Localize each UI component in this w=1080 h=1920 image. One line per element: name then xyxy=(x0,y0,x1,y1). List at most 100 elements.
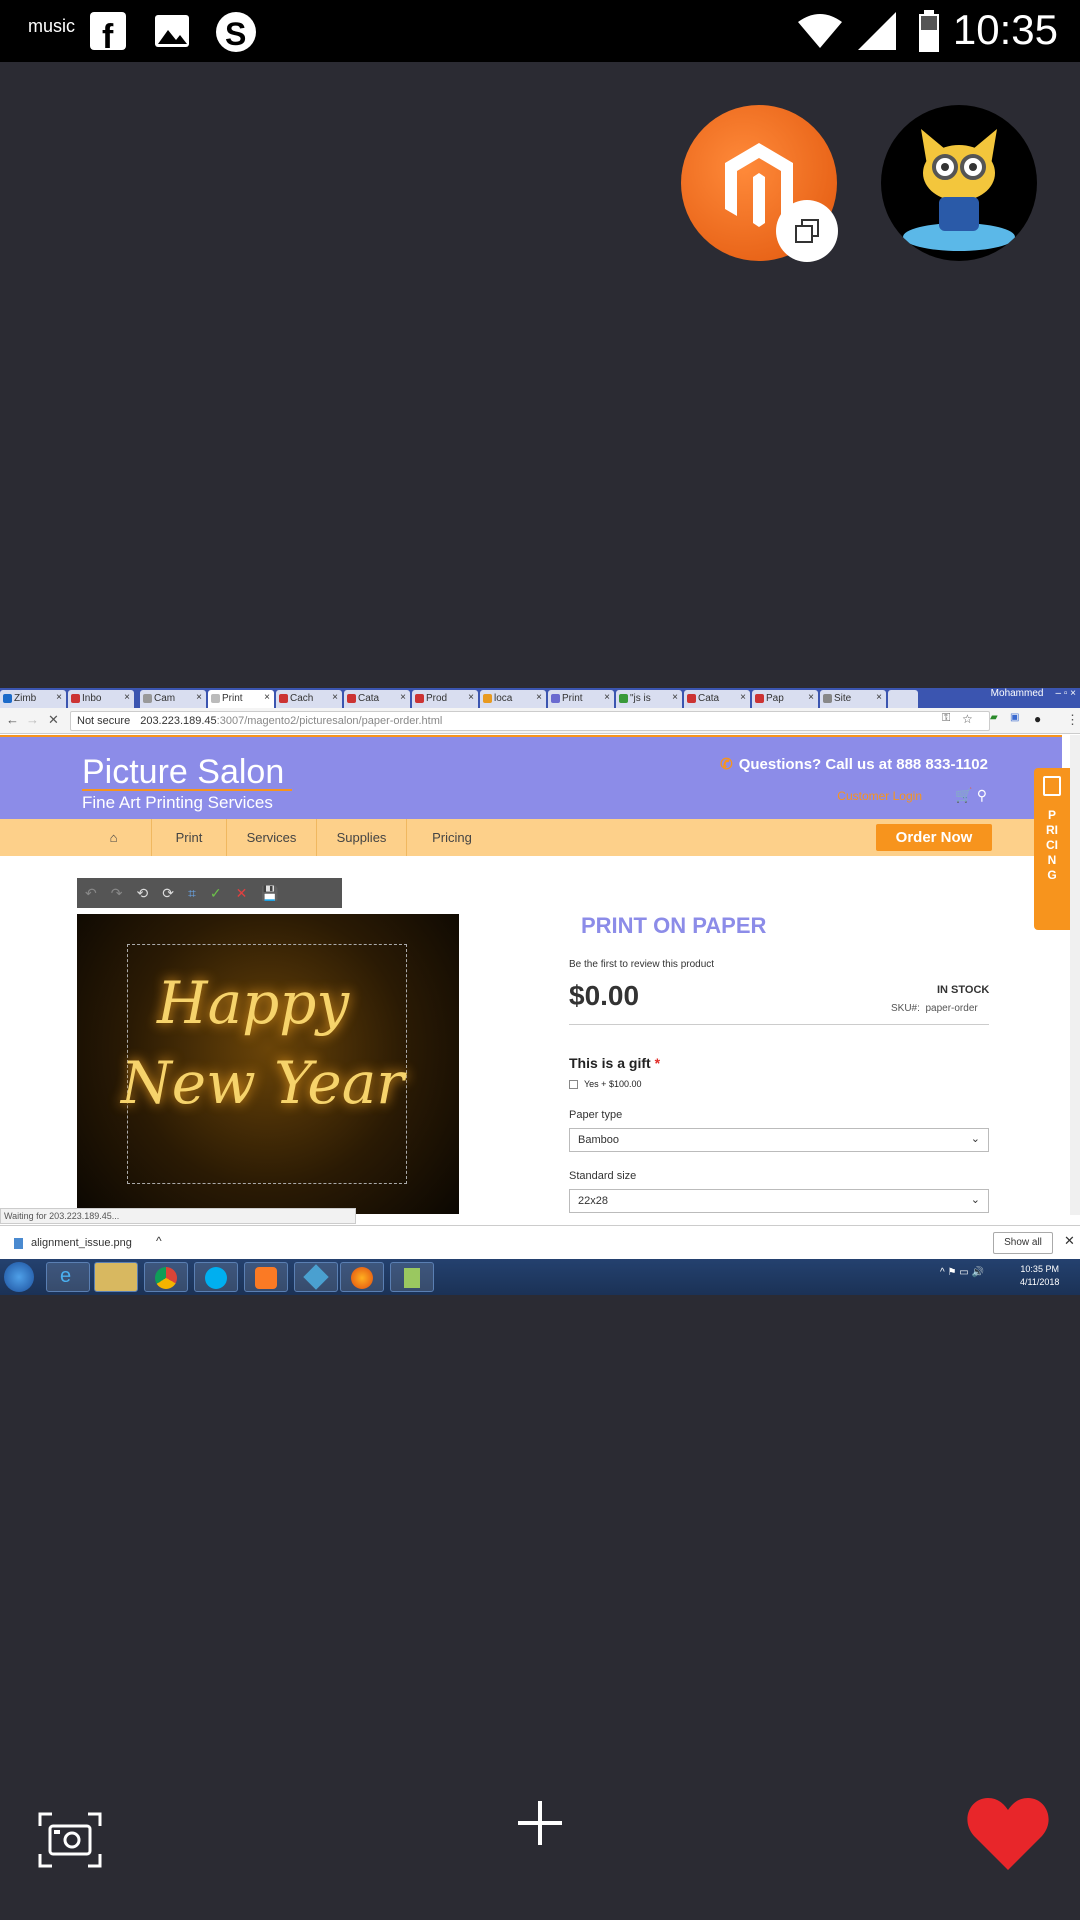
site-logo-title[interactable]: Picture Salon xyxy=(82,753,284,792)
browser-tab[interactable]: Zimb × xyxy=(0,690,66,708)
notepad-icon[interactable] xyxy=(390,1262,434,1292)
divider xyxy=(569,1024,989,1025)
desktop-screenshot: Zimb × Inbo × Cam × Print × Cach × Cata × Prod… xyxy=(0,688,1080,1295)
octocat-chathead[interactable] xyxy=(881,105,1037,261)
product-image[interactable]: Happy New Year xyxy=(77,914,459,1214)
extension-icon[interactable]: ▣ xyxy=(1010,712,1019,723)
signal-icon xyxy=(858,12,896,55)
heart-icon[interactable] xyxy=(966,1794,1050,1874)
add-icon[interactable] xyxy=(514,1797,566,1849)
gift-option-label: This is a gift * xyxy=(569,1055,661,1071)
product-price: $0.00 xyxy=(569,980,640,1011)
app-icon[interactable] xyxy=(294,1262,338,1292)
close-icon[interactable]: ✕ xyxy=(1064,1233,1075,1249)
phone-contact: ✆ Questions? Call us at 888 833-1102 xyxy=(720,756,988,773)
search-icon[interactable]: ⚲ xyxy=(977,787,987,803)
back-icon[interactable]: ← xyxy=(6,712,19,727)
stop-loading-icon[interactable]: ✕ xyxy=(48,712,59,728)
browser-tab[interactable]: Prod × xyxy=(412,690,478,708)
browser-tab[interactable]: "js is × xyxy=(616,690,682,708)
image-editor-toolbar: ↶ ↷ ⟲ ⟳ ⌗ ✓ ✕ 💾 xyxy=(77,878,342,908)
xampp-icon[interactable] xyxy=(244,1262,288,1292)
minimize-icon[interactable]: – xyxy=(1055,688,1063,699)
pricing-side-tab[interactable]: PRICING xyxy=(1034,768,1070,930)
customer-login-link[interactable]: Customer Login xyxy=(837,789,922,803)
key-icon[interactable]: ⚿ xyxy=(942,712,950,725)
screenshot-icon[interactable] xyxy=(38,1812,102,1868)
browser-status-text: Waiting for 203.223.189.45... xyxy=(0,1208,356,1224)
cart-icon[interactable]: 🛒 xyxy=(955,787,972,803)
page-scrollbar[interactable] xyxy=(1070,735,1080,1215)
nav-pricing[interactable]: Pricing xyxy=(407,819,497,856)
browser-tab[interactable]: Cach × xyxy=(276,690,342,708)
octocat-avatar-icon xyxy=(903,129,1015,251)
taskbar-clock[interactable]: 10:35 PM 4/11/2018 xyxy=(1020,1263,1059,1289)
close-window-icon[interactable]: × xyxy=(1070,688,1076,699)
standard-size-label: Standard size xyxy=(569,1170,637,1182)
site-header: Picture Salon Fine Art Printing Services… xyxy=(0,735,1062,819)
facebook-icon: f xyxy=(90,12,126,56)
forward-icon[interactable]: → xyxy=(26,712,39,727)
download-item[interactable]: alignment_issue.png xyxy=(14,1237,132,1249)
browser-tab[interactable]: Site × xyxy=(820,690,886,708)
stock-status: IN STOCK xyxy=(937,984,990,996)
windows-taskbar: e ^ ⚑ ▭ 🔊 10:35 PM 4/11/2018 xyxy=(0,1259,1080,1295)
check-icon[interactable]: ✓ xyxy=(210,885,222,902)
browser-tab-active[interactable]: Print × xyxy=(208,690,274,708)
undo-icon[interactable]: ↶ xyxy=(85,885,97,902)
battery-icon xyxy=(918,10,940,57)
browser-tab[interactable]: Pap × xyxy=(752,690,818,708)
rotate-right-icon[interactable]: ⟳ xyxy=(162,885,174,902)
firefox-icon[interactable] xyxy=(340,1262,384,1292)
extension-icon[interactable]: ▰ xyxy=(990,712,998,723)
downloads-bar: alignment_issue.png ^ Show all ✕ xyxy=(0,1225,1080,1259)
browser-tab[interactable]: loca × xyxy=(480,690,546,708)
browser-tab[interactable]: Cata × xyxy=(344,690,410,708)
restore-window-icon[interactable] xyxy=(776,200,838,262)
svg-text:S: S xyxy=(225,16,246,52)
browser-tab[interactable]: Inbo × xyxy=(68,690,134,708)
chevron-down-icon: ⌄ xyxy=(970,1194,980,1206)
browser-tab[interactable]: Cam × xyxy=(140,690,206,708)
profile-name[interactable]: Mohammed xyxy=(991,688,1044,699)
header-icons: 🛒 ⚲ xyxy=(955,787,987,804)
file-explorer-icon[interactable] xyxy=(94,1262,138,1292)
windows-start-icon[interactable] xyxy=(4,1262,34,1292)
review-link[interactable]: Be the first to review this product xyxy=(569,959,714,970)
paper-type-label: Paper type xyxy=(569,1109,623,1121)
redo-icon[interactable]: ↷ xyxy=(111,885,123,902)
crop-icon[interactable]: ⌗ xyxy=(188,885,196,902)
paper-type-select[interactable]: Bamboo ⌄ xyxy=(569,1128,989,1152)
chrome-icon[interactable] xyxy=(144,1262,188,1292)
browser-tab[interactable]: Print × xyxy=(548,690,614,708)
clock: 10:35 xyxy=(952,6,1058,53)
gift-checkbox[interactable]: Yes + $100.00 xyxy=(569,1079,641,1090)
show-all-button[interactable]: Show all xyxy=(993,1232,1053,1254)
menu-icon[interactable]: ⋮ xyxy=(1066,712,1079,728)
order-now-button[interactable]: Order Now xyxy=(876,824,992,851)
not-secure-label[interactable]: Not secure xyxy=(77,715,130,727)
system-tray[interactable]: ^ ⚑ ▭ 🔊 xyxy=(940,1267,984,1278)
browser-tab[interactable]: Cata × xyxy=(684,690,750,708)
file-icon xyxy=(14,1237,23,1249)
android-status-bar: music f S 10:35 xyxy=(0,0,1080,62)
sku: SKU#: paper-order xyxy=(891,1003,978,1014)
phone-icon: ✆ xyxy=(720,756,733,773)
url-input[interactable]: Not secure 203.223.189.45:3007/magento2/p… xyxy=(70,711,990,731)
chevron-up-icon[interactable]: ^ xyxy=(156,1234,162,1248)
new-tab-button[interactable] xyxy=(888,690,918,708)
rotate-left-icon[interactable]: ⟲ xyxy=(136,885,148,902)
nav-services[interactable]: Services xyxy=(227,819,317,856)
cancel-icon[interactable]: ✕ xyxy=(236,885,248,902)
nav-supplies[interactable]: Supplies xyxy=(317,819,407,856)
skype-icon[interactable] xyxy=(194,1262,238,1292)
extension-icon[interactable]: ● xyxy=(1034,712,1041,726)
skype-icon: S xyxy=(214,10,258,59)
save-icon[interactable]: 💾 xyxy=(261,885,278,902)
nav-home-icon[interactable]: ⌂ xyxy=(76,819,152,856)
standard-size-select[interactable]: 22x28 ⌄ xyxy=(569,1189,989,1213)
internet-explorer-icon[interactable]: e xyxy=(46,1262,90,1292)
image-text-new-year: New Year xyxy=(121,1049,405,1117)
nav-print[interactable]: Print xyxy=(152,819,227,856)
bookmark-star-icon[interactable]: ☆ xyxy=(962,712,973,726)
